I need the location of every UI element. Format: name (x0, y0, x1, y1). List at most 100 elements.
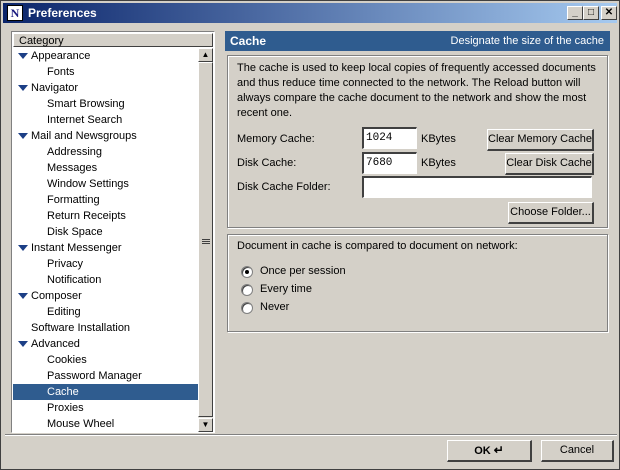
category-item-label: Instant Messenger (31, 242, 122, 254)
category-item-label: Addressing (47, 146, 103, 158)
grip-line (202, 239, 210, 240)
category-item-label: Advanced (31, 338, 80, 350)
category-item-label: Fonts (47, 66, 75, 78)
scroll-down-button[interactable]: ▼ (198, 418, 213, 432)
category-item[interactable]: Messages (13, 160, 198, 176)
compare-option-label[interactable]: Once per session (260, 265, 346, 277)
maximize-icon: □ (587, 7, 595, 18)
category-item[interactable]: Return Receipts (13, 208, 198, 224)
ok-label: OK (474, 445, 491, 457)
close-icon: ✕ (604, 7, 614, 18)
minimize-button[interactable]: _ (567, 6, 583, 20)
category-item-label: Appearance (31, 50, 91, 62)
category-item-label: Privacy (47, 258, 84, 270)
category-list: Appearance Fonts Navigator Smart Browsing In… (13, 48, 198, 432)
category-item[interactable]: Cookies (13, 352, 198, 368)
scroll-thumb[interactable] (198, 62, 213, 417)
category-item-label: Password Manager (47, 370, 142, 382)
panel-subtitle: Designate the size of the cache (450, 35, 604, 47)
category-item[interactable]: Privacy (13, 256, 198, 272)
category-item[interactable]: Addressing (13, 144, 198, 160)
clear-disk-cache-button[interactable]: Clear Disk Cache (505, 153, 594, 175)
category-item-label: Window Settings (47, 178, 129, 190)
expand-triangle-icon[interactable] (18, 245, 28, 251)
category-header[interactable]: Category (13, 33, 213, 47)
expand-triangle-icon[interactable] (18, 341, 28, 347)
enter-arrow-icon: ↵ (493, 443, 504, 457)
compare-option-label[interactable]: Every time (260, 283, 312, 295)
disk-cache-folder-label: Disk Cache Folder: (237, 181, 331, 193)
category-item-label: Cache (47, 386, 79, 398)
category-item[interactable]: Instant Messenger (13, 240, 198, 256)
memory-cache-unit: KBytes (421, 133, 456, 145)
memory-cache-label: Memory Cache: (237, 133, 315, 145)
maximize-button[interactable]: □ (583, 6, 599, 20)
category-scrollbar[interactable]: ▲ ▼ (198, 48, 213, 432)
category-item[interactable]: Composer (13, 288, 198, 304)
category-item[interactable]: Proxies (13, 400, 198, 416)
compare-option-radio[interactable] (241, 302, 253, 314)
category-item-label: Smart Browsing (47, 98, 125, 110)
category-item-label: Navigator (31, 82, 79, 94)
scroll-up-arrow-icon: ▲ (201, 50, 210, 59)
category-item[interactable]: Window Settings (13, 176, 198, 192)
category-item-label: Disk Space (47, 226, 103, 238)
scroll-down-arrow-icon: ▼ (201, 420, 210, 429)
category-item-label: Internet Search (47, 114, 123, 126)
category-item-label: Composer (31, 290, 82, 302)
cancel-button[interactable]: Cancel (541, 440, 614, 462)
compare-option-radio[interactable] (241, 284, 253, 296)
netscape-app-icon: N (7, 5, 23, 21)
clear-memory-cache-button[interactable]: Clear Memory Cache (487, 129, 594, 151)
category-item-label: Messages (47, 162, 98, 174)
disk-cache-label: Disk Cache: (237, 157, 297, 169)
category-item-label: Mouse Wheel (47, 418, 115, 430)
window-title: Preferences (28, 6, 97, 20)
category-item[interactable]: Notification (13, 272, 198, 288)
minimize-icon: _ (572, 7, 578, 18)
close-button[interactable]: ✕ (601, 6, 617, 20)
category-item[interactable]: Disk Space (13, 224, 198, 240)
category-item[interactable]: Advanced (13, 336, 198, 352)
category-item-label: Formatting (47, 194, 100, 206)
category-item[interactable]: Navigator (13, 80, 198, 96)
category-item[interactable]: Cache (13, 384, 198, 400)
category-item[interactable]: Internet Search (13, 112, 198, 128)
category-item[interactable]: Fonts (13, 64, 198, 80)
panel-title: Cache (230, 34, 267, 48)
radio-selected-dot (245, 270, 249, 274)
memory-cache-input[interactable]: 1024 (362, 127, 417, 149)
grip-line (202, 243, 210, 244)
category-item-label: Mail and Newsgroups (31, 130, 137, 142)
preferences-window: N Preferences _ □ ✕ Category Appearance F… (0, 0, 620, 470)
category-item[interactable]: Formatting (13, 192, 198, 208)
disk-cache-input[interactable]: 7680 (362, 152, 417, 174)
ok-button[interactable]: OK ↵ (447, 440, 532, 462)
category-tree: Category Appearance Fonts Navigator Smart B… (11, 31, 215, 433)
category-item[interactable]: Mouse Wheel (13, 416, 198, 432)
expand-triangle-icon[interactable] (18, 85, 28, 91)
choose-folder-button[interactable]: Choose Folder... (508, 202, 594, 224)
compare-label: Document in cache is compared to documen… (237, 240, 518, 252)
category-item-label: Software Installation (31, 322, 131, 334)
category-item[interactable]: Mail and Newsgroups (13, 128, 198, 144)
cache-description: The cache is used to keep local copies o… (237, 62, 596, 119)
compare-option-label[interactable]: Never (260, 301, 289, 313)
category-item[interactable]: Smart Browsing (13, 96, 198, 112)
title-bar[interactable]: N Preferences _ □ ✕ (3, 3, 617, 23)
compare-option-radio[interactable] (241, 266, 253, 278)
grip-line (202, 241, 210, 242)
expand-triangle-icon[interactable] (18, 53, 28, 59)
category-item[interactable]: Editing (13, 304, 198, 320)
category-item[interactable]: Appearance (13, 48, 198, 64)
expand-triangle-icon[interactable] (18, 133, 28, 139)
category-item[interactable]: Password Manager (13, 368, 198, 384)
panel-header: Cache Designate the size of the cache (225, 31, 610, 51)
category-item-label: Editing (47, 306, 81, 318)
disk-cache-folder-input[interactable] (362, 176, 592, 198)
expand-triangle-icon[interactable] (18, 293, 28, 299)
category-item-label: Cookies (47, 354, 87, 366)
category-item[interactable]: Software Installation (13, 320, 198, 336)
scroll-up-button[interactable]: ▲ (198, 48, 213, 62)
category-item-label: Notification (47, 274, 102, 286)
